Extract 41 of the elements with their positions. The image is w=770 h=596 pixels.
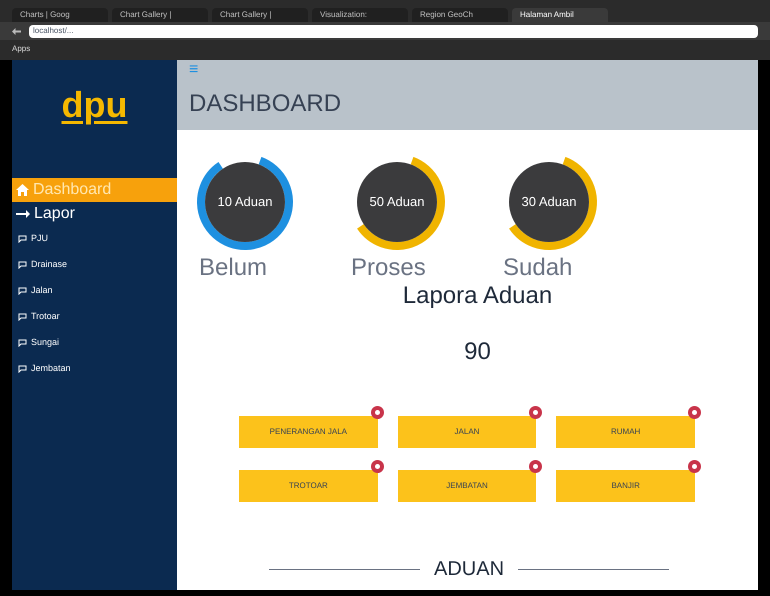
page-title: DASHBOARD (189, 89, 342, 119)
arrow-icon (16, 210, 30, 218)
comment-icon (18, 339, 27, 347)
category-button[interactable]: TROTOAR (239, 470, 378, 502)
browser-tab[interactable]: Charts | Goog (12, 8, 108, 22)
category-button[interactable]: RUMAH (556, 416, 695, 448)
category-button[interactable]: PENERANGAN JALA (239, 416, 378, 448)
total-count: 90 (464, 337, 491, 367)
stat-value: 30 Aduan (522, 193, 576, 212)
comment-icon (18, 261, 27, 269)
stat-label: Proses (351, 253, 426, 283)
sidebar-item[interactable]: Sungai (12, 330, 177, 356)
logo: dpu (62, 83, 128, 127)
category-button[interactable]: JALAN (398, 416, 536, 448)
stat-label: Sudah (503, 253, 572, 283)
browser-tab[interactable]: Halaman Ambil (512, 8, 608, 22)
stat-value: 10 Aduan (218, 193, 272, 212)
bookmark-link[interactable]: Apps (12, 43, 30, 55)
category-button[interactable]: JEMBATAN (398, 470, 536, 502)
browser-tab[interactable]: Region GeoCh (412, 8, 508, 22)
sidebar-item[interactable]: PJU (12, 226, 177, 252)
sidebar-item[interactable]: Jalan (12, 278, 177, 304)
comment-icon (18, 365, 27, 373)
address-bar[interactable]: localhost/... (29, 24, 758, 38)
summary-title: Lapora Aduan (402, 281, 552, 311)
browser-tab[interactable]: Chart Gallery | (212, 8, 308, 22)
browser-tab[interactable]: Chart Gallery | (112, 8, 208, 22)
comment-icon (18, 235, 27, 243)
comment-icon (18, 313, 27, 321)
category-button[interactable]: BANJIR (556, 470, 695, 502)
sidebar-item[interactable]: Trotoar (12, 304, 177, 330)
browser-tab[interactable]: Visualization: (312, 8, 408, 22)
sidebar-item[interactable]: Jembatan (12, 356, 177, 382)
comment-icon (18, 287, 27, 295)
stat-label: Belum (199, 253, 268, 283)
section-title: ADUAN (434, 557, 504, 582)
stat-value: 50 Aduan (370, 193, 424, 212)
sidebar-item[interactable]: Drainase (12, 252, 177, 278)
home-icon (16, 184, 29, 196)
back-icon[interactable] (12, 28, 21, 34)
sidebar-item[interactable]: Lapor (12, 202, 177, 226)
